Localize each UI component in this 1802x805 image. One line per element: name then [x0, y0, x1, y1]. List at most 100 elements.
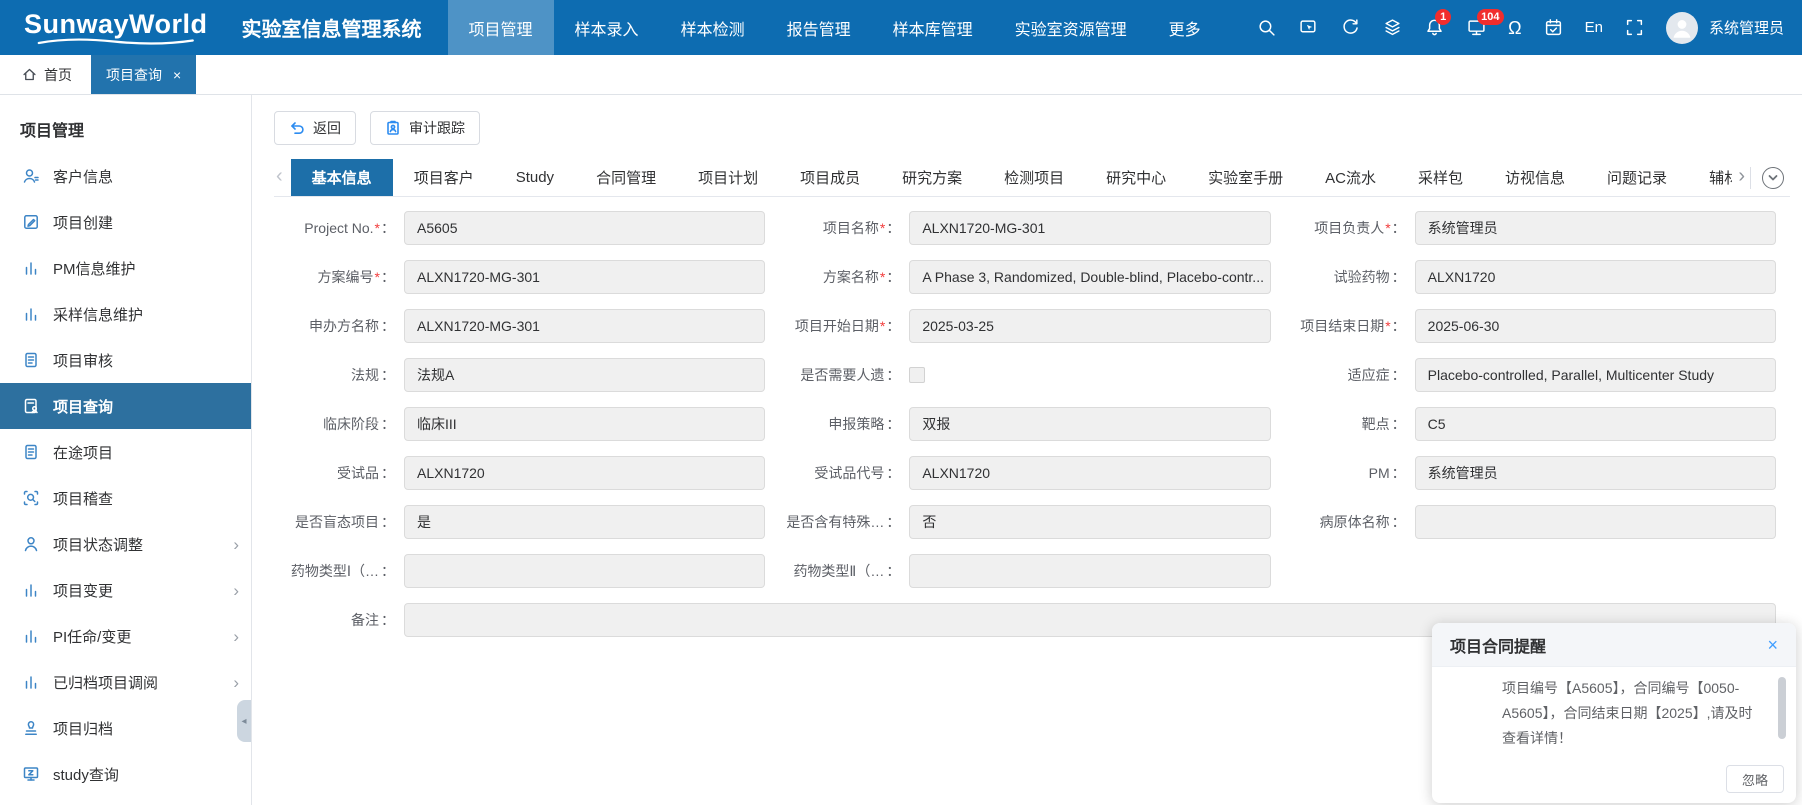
- bell-icon[interactable]: 1: [1424, 17, 1445, 38]
- sidebar-item-0[interactable]: 客户信息: [0, 153, 251, 199]
- field-value: ALXN1720: [417, 465, 485, 481]
- field-input[interactable]: 双报: [909, 407, 1270, 441]
- detail-tab-14[interactable]: 辅材信: [1688, 159, 1732, 196]
- form-field: 临床阶段：临床III: [274, 407, 779, 441]
- top-nav-label: 实验室资源管理: [1015, 16, 1127, 40]
- sidebar-item-6[interactable]: 在途项目: [0, 429, 251, 475]
- scrollbar-thumb[interactable]: [1778, 677, 1786, 739]
- home-tab[interactable]: 首页: [0, 55, 91, 94]
- top-nav-item-5[interactable]: 实验室资源管理: [994, 0, 1148, 55]
- close-icon[interactable]: ×: [173, 68, 181, 82]
- sidebar-item-14[interactable]: 项目问题管理: [0, 797, 251, 805]
- sidebar-item-4[interactable]: 项目审核: [0, 337, 251, 383]
- sidebar-collapse-handle[interactable]: ◂: [237, 700, 251, 742]
- app-logo[interactable]: SunwayWorld: [24, 9, 208, 46]
- app-window: SunwayWorld 实验室信息管理系统 项目管理样本录入样本检测报告管理样本…: [0, 0, 1802, 805]
- field-label: 试验药物：: [1285, 267, 1415, 287]
- detail-tab-1[interactable]: 项目客户: [393, 159, 495, 196]
- collapse-tabs-icon[interactable]: [1762, 167, 1784, 189]
- layers-icon[interactable]: [1382, 17, 1403, 38]
- sidebar-item-3[interactable]: 采样信息维护: [0, 291, 251, 337]
- field-input[interactable]: A Phase 3, Randomized, Double-blind, Pla…: [909, 260, 1270, 294]
- sidebar-item-13[interactable]: study查询: [0, 751, 251, 797]
- top-nav-label: 样本录入: [575, 16, 639, 40]
- sidebar-item-9[interactable]: 项目变更›: [0, 567, 251, 613]
- audit-trail-button[interactable]: 审计跟踪: [370, 111, 480, 145]
- back-button[interactable]: 返回: [274, 111, 356, 145]
- field-input[interactable]: ALXN1720-MG-301: [909, 211, 1270, 245]
- field-input[interactable]: ALXN1720: [404, 456, 765, 490]
- fullscreen-icon[interactable]: [1624, 17, 1645, 38]
- field-input[interactable]: ALXN1720: [909, 456, 1270, 490]
- field-input[interactable]: Placebo-controlled, Parallel, Multicente…: [1415, 358, 1776, 392]
- avatar[interactable]: [1666, 12, 1698, 44]
- field-input[interactable]: C5: [1415, 407, 1776, 441]
- user-menu[interactable]: 系统管理员: [1709, 17, 1784, 38]
- tabs-scroll-left-icon[interactable]: ‹: [274, 166, 291, 189]
- sidebar-item-2[interactable]: PM信息维护: [0, 245, 251, 291]
- top-nav-item-3[interactable]: 报告管理: [766, 0, 872, 55]
- sidebar-item-10[interactable]: PI任命/变更›: [0, 613, 251, 659]
- top-nav-item-4[interactable]: 样本库管理: [872, 0, 994, 55]
- detail-tab-3[interactable]: 合同管理: [575, 159, 677, 196]
- refresh-icon[interactable]: [1340, 17, 1361, 38]
- field-input[interactable]: [404, 554, 765, 588]
- bell-badge: 1: [1435, 9, 1451, 25]
- page-tab-active[interactable]: 项目查询 ×: [91, 55, 196, 94]
- field-input[interactable]: 2025-03-25: [909, 309, 1270, 343]
- detail-tab-13[interactable]: 问题记录: [1586, 159, 1688, 196]
- omega-icon[interactable]: Ω: [1508, 19, 1521, 37]
- field-input[interactable]: 否: [909, 505, 1270, 539]
- top-nav-item-1[interactable]: 样本录入: [554, 0, 660, 55]
- detail-tab-7[interactable]: 检测项目: [983, 159, 1085, 196]
- form-row: 方案编号*：ALXN1720-MG-301方案名称*：A Phase 3, Ra…: [274, 260, 1790, 294]
- screen-share-icon[interactable]: 104: [1466, 17, 1487, 38]
- field-input[interactable]: 系统管理员: [1415, 211, 1776, 245]
- top-nav-item-2[interactable]: 样本检测: [660, 0, 766, 55]
- field-input[interactable]: 2025-06-30: [1415, 309, 1776, 343]
- detail-tab-10[interactable]: AC流水: [1304, 159, 1397, 196]
- field-value: 临床III: [417, 416, 457, 432]
- search-icon[interactable]: [1256, 17, 1277, 38]
- sidebar-item-12[interactable]: 项目归档: [0, 705, 251, 751]
- required-star: *: [375, 269, 380, 285]
- detail-tab-6[interactable]: 研究方案: [881, 159, 983, 196]
- field-value: 是: [417, 514, 431, 530]
- tabs-scroll-right-icon[interactable]: ›: [1732, 166, 1747, 189]
- detail-tab-5[interactable]: 项目成员: [779, 159, 881, 196]
- sidebar-item-11[interactable]: 已归档项目调阅›: [0, 659, 251, 705]
- top-nav-item-6[interactable]: 更多: [1148, 0, 1222, 55]
- field-input[interactable]: ALXN1720: [1415, 260, 1776, 294]
- form-field: 方案名称*：A Phase 3, Randomized, Double-blin…: [779, 260, 1284, 294]
- detail-tab-0[interactable]: 基本信息: [291, 159, 393, 196]
- field-input[interactable]: ALXN1720-MG-301: [404, 260, 765, 294]
- page-tab-strip: 首页 项目查询 ×: [0, 55, 1802, 95]
- field-input[interactable]: [1415, 505, 1776, 539]
- detail-tab-2[interactable]: Study: [495, 159, 575, 196]
- checkbox-unchecked[interactable]: [909, 367, 925, 383]
- detail-tab-4[interactable]: 项目计划: [677, 159, 779, 196]
- form-field: 项目开始日期*：2025-03-25: [779, 309, 1284, 343]
- language-toggle[interactable]: En: [1585, 19, 1603, 36]
- detail-tab-12[interactable]: 访视信息: [1484, 159, 1586, 196]
- close-icon[interactable]: ×: [1767, 636, 1778, 654]
- field-input[interactable]: 是: [404, 505, 765, 539]
- detail-tab-8[interactable]: 研究中心: [1085, 159, 1187, 196]
- detail-tab-11[interactable]: 采样包: [1397, 159, 1484, 196]
- field-input[interactable]: ALXN1720-MG-301: [404, 309, 765, 343]
- board-cursor-icon[interactable]: [1298, 17, 1319, 38]
- field-input[interactable]: 法规A: [404, 358, 765, 392]
- field-input[interactable]: 临床III: [404, 407, 765, 441]
- ignore-button[interactable]: 忽略: [1726, 765, 1784, 793]
- sidebar-item-1[interactable]: 项目创建: [0, 199, 251, 245]
- sidebar-item-7[interactable]: 项目稽查: [0, 475, 251, 521]
- field-input[interactable]: 系统管理员: [1415, 456, 1776, 490]
- sidebar-item-8[interactable]: 项目状态调整›: [0, 521, 251, 567]
- top-nav-item-0[interactable]: 项目管理: [448, 0, 554, 55]
- field-input[interactable]: [909, 554, 1270, 588]
- sidebar-menu: 客户信息项目创建PM信息维护采样信息维护项目审核项目查询在途项目项目稽查项目状态…: [0, 153, 251, 805]
- sidebar-item-5[interactable]: 项目查询: [0, 383, 251, 429]
- detail-tab-9[interactable]: 实验室手册: [1187, 159, 1304, 196]
- field-input[interactable]: A5605: [404, 211, 765, 245]
- calendar-check-icon[interactable]: [1543, 17, 1564, 38]
